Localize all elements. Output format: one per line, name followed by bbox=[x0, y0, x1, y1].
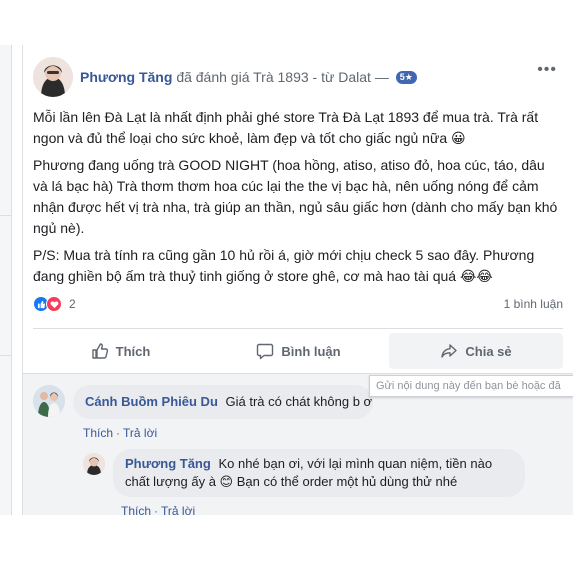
reply-author[interactable]: Phương Tăng bbox=[125, 456, 211, 471]
reply-actions: Thích · Trả lời bbox=[121, 504, 195, 518]
author-avatar[interactable] bbox=[33, 57, 73, 97]
post-paragraph: P/S: Mua trà tính ra cũng gần 10 hủ rồi … bbox=[33, 247, 535, 284]
post-body: Mỗi lần lên Đà Lạt là nhất định phải ghé… bbox=[33, 107, 563, 293]
post-header: Phương Tăng đã đánh giá Trà 1893 - từ Da… bbox=[33, 55, 563, 97]
share-icon bbox=[441, 344, 458, 358]
divider bbox=[0, 215, 12, 216]
reaction-icons[interactable] bbox=[33, 296, 62, 312]
comment-bubble: Cánh Buồm Phiêu Du Giá trà có chát không… bbox=[73, 385, 373, 419]
comment-reply-link[interactable]: Trả lời bbox=[123, 426, 157, 440]
rating-badge: 5★ bbox=[395, 71, 417, 84]
header-separator: — bbox=[374, 69, 389, 85]
love-icon bbox=[46, 296, 62, 312]
comment-author[interactable]: Cánh Buồm Phiêu Du bbox=[85, 394, 218, 409]
post-header-line: Phương Tăng đã đánh giá Trà 1893 - từ Da… bbox=[80, 69, 417, 85]
page-name-link[interactable]: Trà 1893 - từ Dalat bbox=[253, 69, 371, 85]
comment-button-label: Bình luận bbox=[281, 343, 341, 359]
post-author-name[interactable]: Phương Tăng bbox=[80, 69, 172, 85]
share-button-label: Chia sẻ bbox=[465, 343, 512, 359]
thumbs-up-icon bbox=[91, 343, 108, 359]
post-action-text: đã đánh giá bbox=[176, 69, 250, 85]
comments-section: Cánh Buồm Phiêu Du Giá trà có chát không… bbox=[23, 373, 573, 518]
reply-bubble: Phương Tăng Ko nhé bạn ơi, với lại mình … bbox=[113, 449, 525, 497]
comment-count[interactable]: 1 bình luận bbox=[504, 297, 563, 311]
left-column-edge bbox=[0, 45, 12, 515]
post-action-bar: Thích Bình luận Chia sẻ bbox=[33, 328, 563, 372]
divider bbox=[0, 355, 12, 356]
reply-author-avatar[interactable] bbox=[83, 453, 105, 475]
reply-like-link[interactable]: Thích bbox=[121, 504, 151, 518]
reactions-bar: 2 1 bình luận bbox=[33, 295, 563, 315]
post-paragraph: Mỗi lần lên Đà Lạt là nhất định phải ghé… bbox=[33, 109, 539, 146]
comment-like-link[interactable]: Thích bbox=[83, 426, 113, 440]
review-post-card: Phương Tăng đã đánh giá Trà 1893 - từ Da… bbox=[22, 45, 573, 518]
comment-text: Giá trà có chát không b ơi bbox=[225, 394, 373, 409]
like-button[interactable]: Thích bbox=[33, 333, 208, 369]
share-button[interactable]: Chia sẻ bbox=[389, 333, 563, 369]
post-paragraph: Phương đang uống trà GOOD NIGHT (hoa hồn… bbox=[33, 157, 558, 236]
commenter-avatar[interactable] bbox=[33, 385, 65, 417]
reply-reply-link[interactable]: Trả lời bbox=[161, 504, 195, 518]
more-horizontal-icon[interactable]: ••• bbox=[537, 61, 557, 79]
share-tooltip: Gửi nội dung này đến bạn bè hoặc đă bbox=[369, 375, 573, 397]
comment-button[interactable]: Bình luận bbox=[211, 333, 386, 369]
like-button-label: Thích bbox=[115, 343, 151, 359]
reaction-count[interactable]: 2 bbox=[69, 297, 76, 311]
comment-actions: Thích · Trả lời bbox=[83, 426, 157, 440]
comment-icon bbox=[257, 343, 274, 360]
separator-dot: · bbox=[154, 504, 159, 518]
separator-dot: · bbox=[116, 426, 121, 440]
